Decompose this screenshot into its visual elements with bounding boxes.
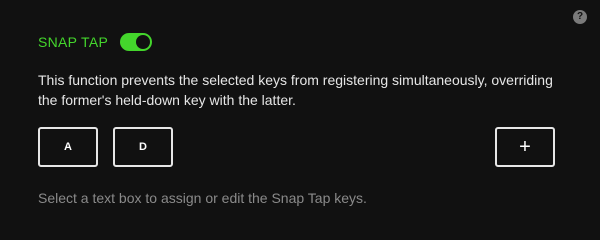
- key-slot-1[interactable]: A: [38, 127, 98, 167]
- key-slot-2[interactable]: D: [113, 127, 173, 167]
- toggle-knob: [136, 35, 151, 49]
- add-key-button[interactable]: +: [495, 127, 555, 167]
- snap-tap-toggle[interactable]: [120, 33, 153, 51]
- snap-tap-panel: ? SNAP TAP This function prevents the se…: [0, 0, 600, 235]
- snap-tap-header: SNAP TAP: [38, 33, 153, 51]
- snap-tap-hint: Select a text box to assign or edit the …: [38, 190, 367, 206]
- snap-tap-description: This function prevents the selected keys…: [38, 72, 553, 108]
- snap-tap-title: SNAP TAP: [38, 34, 109, 50]
- help-question-icon[interactable]: ?: [573, 10, 587, 24]
